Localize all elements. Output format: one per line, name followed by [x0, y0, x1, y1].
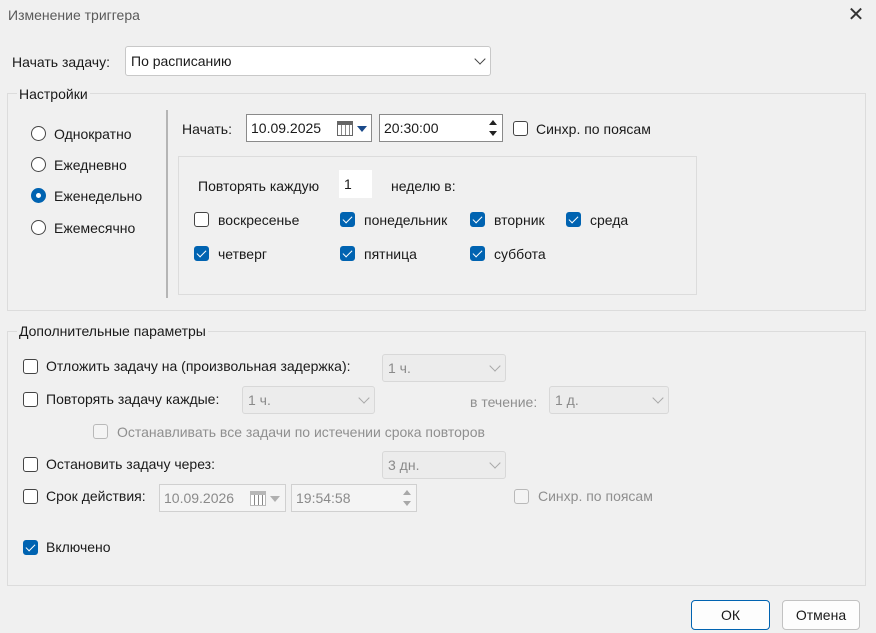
radio-weekly-label: Еженедельно [54, 188, 143, 204]
day-monday-label: понедельник [364, 212, 448, 228]
cancel-button[interactable]: Отмена [782, 600, 860, 630]
expire-date-value: 10.09.2026 [164, 490, 235, 506]
expire-checkbox[interactable] [23, 489, 38, 504]
calendar-icon[interactable] [250, 491, 266, 506]
enabled-label: Включено [46, 539, 111, 555]
radio-once-label: Однократно [54, 126, 132, 142]
day-tuesday-label: вторник [494, 212, 545, 228]
repeat-weeks-input[interactable]: 1 [339, 170, 372, 198]
day-monday-checkbox[interactable] [340, 212, 355, 227]
day-saturday-checkbox[interactable] [470, 246, 485, 261]
stop-after-select[interactable]: 3 дн. [382, 451, 506, 479]
start-date-value: 10.09.2025 [251, 120, 322, 136]
duration-value: 1 д. [555, 392, 579, 408]
expire-time-value: 19:54:58 [296, 490, 351, 506]
start-task-label: Начать задачу: [12, 54, 110, 70]
advanced-legend: Дополнительные параметры [17, 323, 208, 339]
dialog-title: Изменение триггера [8, 7, 140, 23]
stop-all-checkbox[interactable] [93, 424, 108, 439]
chevron-down-icon [474, 53, 486, 65]
weeks-on-label: неделю в: [391, 178, 456, 194]
stop-after-label: Остановить задачу через: [46, 456, 215, 472]
delay-label: Отложить задачу на (произвольная задержк… [46, 358, 351, 374]
expire-time-spinner[interactable] [400, 487, 414, 509]
repeat-interval-value: 1 ч. [248, 392, 271, 408]
spin-down-icon[interactable] [403, 501, 411, 506]
day-wednesday-label: среда [590, 212, 629, 228]
repeat-task-checkbox[interactable] [23, 392, 38, 407]
delay-value: 1 ч. [388, 360, 411, 376]
sync-tz-checkbox[interactable] [513, 121, 528, 136]
repeat-task-label: Повторять задачу каждые: [46, 391, 220, 407]
spin-up-icon[interactable] [403, 490, 411, 495]
enabled-checkbox[interactable] [23, 540, 38, 555]
start-task-value: По расписанию [131, 53, 232, 69]
start-time-spinner[interactable] [486, 117, 500, 139]
chevron-down-icon [652, 392, 664, 404]
chevron-down-icon [489, 360, 501, 372]
expire-date-picker[interactable]: 10.09.2026 [159, 484, 286, 512]
cancel-button-label: Отмена [795, 607, 847, 623]
radio-monthly[interactable] [31, 220, 46, 235]
calendar-icon[interactable] [337, 121, 353, 136]
dropdown-arrow-icon[interactable] [270, 496, 280, 502]
stop-all-label: Останавливать все задачи по истечении ср… [117, 424, 485, 440]
dropdown-arrow-icon[interactable] [357, 126, 367, 132]
day-sunday-label: воскресенье [218, 212, 300, 228]
radio-daily[interactable] [31, 157, 46, 172]
day-thursday-label: четверг [218, 246, 267, 262]
day-thursday-checkbox[interactable] [194, 246, 209, 261]
ok-button[interactable]: ОК [691, 600, 770, 630]
expire-sync-label: Синхр. по поясам [538, 488, 653, 504]
start-time-value: 20:30:00 [384, 120, 439, 136]
day-sunday-checkbox[interactable] [194, 212, 209, 227]
spin-down-icon[interactable] [489, 131, 497, 136]
expire-label: Срок действия: [46, 488, 146, 504]
expire-time-input[interactable]: 19:54:58 [291, 484, 417, 512]
day-saturday-label: суббота [494, 246, 546, 262]
day-wednesday-checkbox[interactable] [566, 212, 581, 227]
close-icon[interactable]: ✕ [846, 5, 866, 25]
settings-legend: Настройки [17, 86, 90, 102]
start-label: Начать: [182, 121, 232, 137]
repeat-every-label: Повторять каждую [198, 178, 320, 194]
stop-after-checkbox[interactable] [23, 457, 38, 472]
duration-select[interactable]: 1 д. [549, 386, 669, 414]
repeat-interval-select[interactable]: 1 ч. [242, 386, 375, 414]
radio-once[interactable] [31, 126, 46, 141]
day-friday-checkbox[interactable] [340, 246, 355, 261]
radio-monthly-label: Ежемесячно [54, 220, 136, 236]
start-date-picker[interactable]: 10.09.2025 [246, 114, 372, 142]
day-friday-label: пятница [364, 246, 417, 262]
chevron-down-icon [489, 457, 501, 469]
settings-divider [166, 110, 168, 298]
stop-after-value: 3 дн. [388, 457, 420, 473]
sync-tz-label: Синхр. по поясам [536, 121, 651, 137]
chevron-down-icon [358, 392, 370, 404]
spin-up-icon[interactable] [489, 120, 497, 125]
repeat-weeks-value: 1 [344, 176, 352, 192]
delay-select[interactable]: 1 ч. [382, 354, 506, 382]
ok-button-label: ОК [720, 607, 741, 623]
start-time-input[interactable]: 20:30:00 [379, 114, 503, 142]
start-task-select[interactable]: По расписанию [125, 46, 491, 76]
day-tuesday-checkbox[interactable] [470, 212, 485, 227]
duration-label: в течение: [470, 394, 538, 410]
radio-daily-label: Ежедневно [54, 157, 127, 173]
delay-checkbox[interactable] [23, 359, 38, 374]
expire-sync-checkbox[interactable] [514, 489, 529, 504]
radio-weekly[interactable] [31, 188, 46, 203]
